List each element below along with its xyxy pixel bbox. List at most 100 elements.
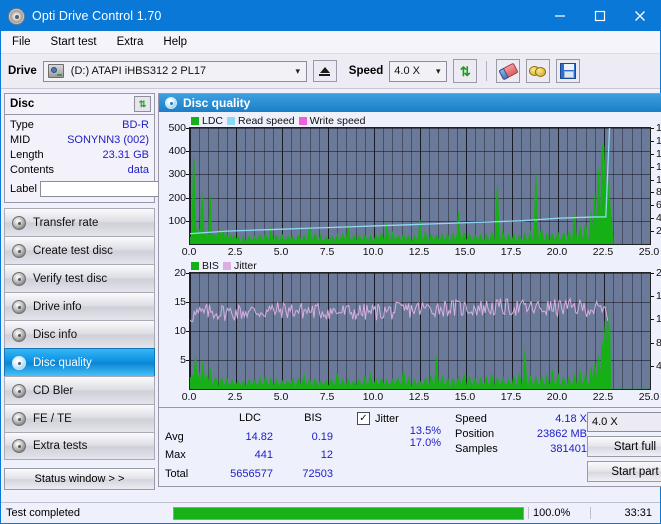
- ldc-y-axis: 100 200 300 400 500: [161, 122, 189, 243]
- disc-icon: [12, 327, 26, 342]
- sidebar-item-create-test-disc[interactable]: Create test disc: [4, 236, 155, 264]
- sidebar-item-extra-tests[interactable]: Extra tests: [4, 432, 155, 460]
- legend-swatch: [298, 116, 307, 125]
- total-bis-value: 72503: [302, 467, 333, 480]
- axis-tick-label: 15.0: [454, 246, 476, 258]
- disc-contents-value: data: [127, 164, 149, 176]
- start-full-button[interactable]: Start full: [587, 436, 661, 457]
- axis-tick-label: 17.5: [500, 391, 522, 403]
- bis-x-axis: 0.0 2.5 5.0 7.5 10.0 12.5 15.0 17.5 20.0 22.5 25.0…: [182, 390, 660, 404]
- sidebar-item-drive-info[interactable]: Drive info: [4, 292, 155, 320]
- disc-row-contents: Contents data: [10, 163, 149, 178]
- save-button[interactable]: [556, 59, 581, 83]
- drive-select[interactable]: (D:) ATAPI iHBS312 2 PL17 ▾: [42, 60, 307, 82]
- axis-tick: [651, 128, 654, 129]
- axis-tick-label: 8%: [656, 336, 661, 349]
- jitter-checkbox[interactable]: ✓: [357, 412, 370, 425]
- start-part-button[interactable]: Start part: [587, 461, 661, 482]
- sidebar-item-transfer-rate[interactable]: Transfer rate: [4, 208, 155, 236]
- refresh-button[interactable]: ⇅: [453, 59, 478, 83]
- legend-label: BIS: [202, 259, 219, 272]
- application-window: Opti Drive Control 1.70 File Start test …: [0, 0, 661, 524]
- axis-tick-label: 400: [168, 145, 186, 158]
- menu-item-extra[interactable]: Extra: [114, 35, 147, 49]
- sidebar-item-verify-test-disc[interactable]: Verify test disc: [4, 264, 155, 292]
- sidebar-item-fe-te[interactable]: FE / TE: [4, 404, 155, 432]
- ldc-plot-area: [189, 127, 651, 245]
- ldc-y2-axis-speed: 2 X4 X6 X8 X10 X12 X14 X16 X18 X: [651, 122, 661, 243]
- max-ldc-value: 441: [254, 449, 273, 461]
- axis-tick-label: 18 X: [656, 122, 661, 134]
- axis-tick: [651, 273, 654, 274]
- sidebar-item-label: Transfer rate: [33, 216, 99, 229]
- axis-tick-label: 4%: [656, 359, 661, 372]
- minimize-icon[interactable]: [540, 1, 580, 31]
- axis-tick: [651, 319, 654, 321]
- axis-tick-label: 14 X: [656, 147, 661, 160]
- close-icon[interactable]: [620, 1, 660, 31]
- legend-item-bis: BIS: [191, 260, 219, 272]
- chevron-down-icon: ▾: [436, 65, 441, 76]
- axis-tick-label: 300: [168, 168, 186, 181]
- axis-tick-label: 12 X: [656, 160, 661, 173]
- speed-row: Speed 4.18 X: [455, 412, 587, 427]
- progress-fill: [174, 507, 523, 519]
- legend-label: Read speed: [238, 114, 295, 127]
- page-title: Disc quality: [183, 96, 251, 110]
- legend-item-ldc: LDC: [191, 115, 223, 127]
- jitter-toggle-row[interactable]: ✓ Jitter: [357, 412, 449, 425]
- speed-position-stats: Speed 4.18 X Position 23862 MB Samples 3…: [455, 412, 587, 484]
- axis-tick-label: 2.5: [227, 391, 243, 403]
- drive-select-value: (D:) ATAPI iHBS312 2 PL17: [70, 65, 207, 77]
- disc-type-label: Type: [10, 119, 34, 131]
- position-label: Position: [455, 428, 495, 440]
- ldc-chart: LDC Read speed Write speed 100 200 300 4…: [161, 114, 661, 259]
- sidebar-item-disc-quality[interactable]: Disc quality: [4, 348, 155, 376]
- disc-label-row: Label: [10, 180, 240, 198]
- disc-mid-value: SONYNN3 (002): [67, 134, 149, 146]
- axis-tick: [651, 179, 654, 181]
- axis-tick-label: 15: [174, 296, 186, 308]
- eject-button[interactable]: [312, 60, 337, 82]
- sidebar-item-cd-bler[interactable]: CD Bler: [4, 376, 155, 404]
- save-icon: [560, 63, 577, 79]
- axis-tick-label: 6 X: [656, 199, 661, 212]
- status-window-button[interactable]: Status window > >: [4, 468, 155, 490]
- speed-select[interactable]: 4.0 X ▾: [389, 60, 448, 82]
- speed-label: Speed: [348, 65, 384, 77]
- drive-toolbar: Drive (D:) ATAPI iHBS312 2 PL17 ▾ Speed …: [1, 53, 660, 89]
- menu-item-file[interactable]: File: [9, 35, 34, 49]
- erase-button[interactable]: [496, 59, 521, 83]
- axis-tick-label: 20: [174, 267, 186, 279]
- elapsed-time: 33:31: [590, 507, 660, 519]
- legend-swatch: [222, 261, 231, 270]
- axis-tick-label: 2.5: [227, 246, 243, 258]
- legend-label: LDC: [202, 114, 224, 127]
- ldc-chart-legend: LDC Read speed Write speed: [161, 114, 661, 127]
- test-speed-select[interactable]: 4.0 X ▾: [587, 412, 661, 432]
- sidebar: Disc ⇅ Type BD-R MID SONYNN3 (002) Lengt…: [1, 89, 240, 490]
- maximize-icon[interactable]: [580, 1, 620, 31]
- sidebar-item-disc-info[interactable]: Disc info: [4, 320, 155, 348]
- menu-item-start-test[interactable]: Start test: [48, 35, 100, 49]
- status-bar: Test completed 100.0% 33:31: [1, 502, 660, 523]
- sidebar-item-label: Create test disc: [33, 244, 113, 257]
- statistics-area: LDC BIS Avg 14.82 0.19 Max 441 12 Total …: [159, 407, 661, 486]
- position-value: 23862 MB: [536, 428, 587, 440]
- tools-button[interactable]: [526, 59, 551, 83]
- total-ldc-value: 5656577: [230, 467, 273, 480]
- axis-tick-label: 0.0: [181, 246, 197, 258]
- axis-tick-label: 10.0: [362, 391, 384, 403]
- axis-tick-label: 25.0: [638, 246, 660, 258]
- bis-jitter-chart: BIS Jitter 5101520 4%8%12%16%20%: [161, 259, 661, 404]
- menu-item-help[interactable]: Help: [160, 35, 190, 49]
- refresh-icon: ⇅: [459, 63, 471, 79]
- axis-tick-label: 500: [168, 122, 186, 134]
- axis-tick-label: 16 X: [656, 134, 661, 147]
- disc-refresh-button[interactable]: ⇅: [134, 96, 151, 112]
- test-controls: 4.0 X ▾ Start full Start part: [587, 412, 661, 484]
- axis-tick: [651, 342, 654, 344]
- sidebar-item-label: Verify test disc: [33, 272, 108, 285]
- disc-type-value: BD-R: [122, 119, 149, 131]
- axis-tick: [651, 231, 654, 233]
